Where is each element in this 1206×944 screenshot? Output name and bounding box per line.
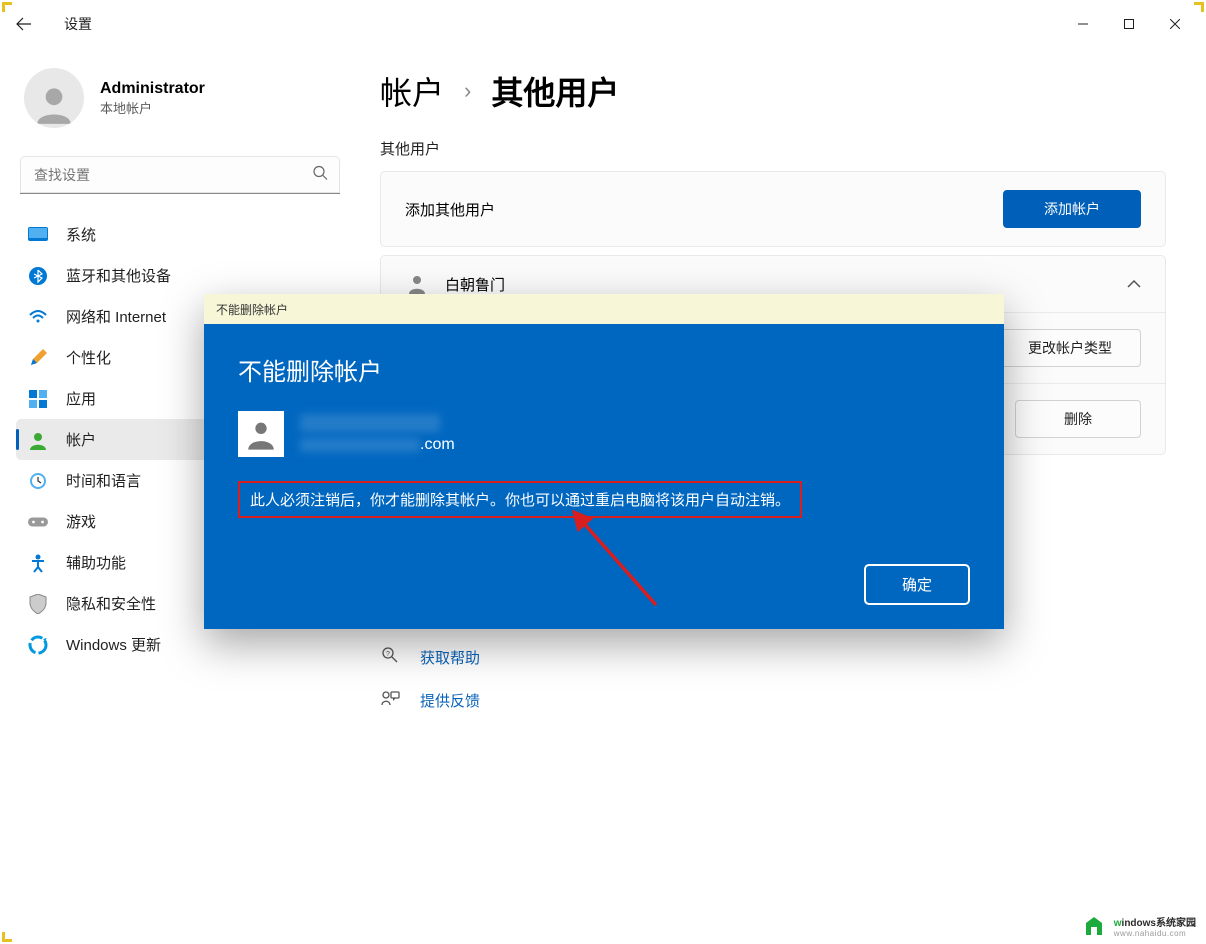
accessibility-icon [28,553,48,573]
gamepad-icon [28,512,48,532]
chevron-right-icon: › [464,78,471,104]
get-help-link[interactable]: 获取帮助 [420,647,480,668]
nav-bluetooth[interactable]: 蓝牙和其他设备 [16,255,344,296]
titlebar: 设置 [0,0,1206,48]
add-account-button[interactable]: 添加帐户 [1003,190,1141,228]
modal-user-name-blurred [300,414,440,432]
add-user-text: 添加其他用户 [405,199,495,220]
feedback-link[interactable]: 提供反馈 [420,690,480,711]
search-icon [312,165,328,186]
nav-label: 时间和语言 [66,470,141,491]
back-button[interactable] [8,8,40,40]
nav-update[interactable]: Windows 更新 [16,624,344,665]
modal-avatar [238,411,284,457]
app-title: 设置 [64,14,92,34]
chevron-up-icon [1127,275,1141,293]
nav-label: 应用 [66,388,96,409]
watermark: windows系统家园 www.nahaidu.com [1084,914,1196,938]
wifi-icon [28,307,48,327]
arrow-left-icon [16,16,32,32]
minimize-button[interactable] [1060,8,1106,40]
breadcrumb-parent[interactable]: 帐户 [380,68,444,114]
person-icon [29,78,79,128]
modal-user-email: .com [300,436,455,454]
maximize-icon [1124,19,1134,29]
bluetooth-icon [28,266,48,286]
nav-label: 游戏 [66,511,96,532]
watermark-url: www.nahaidu.com [1114,929,1196,938]
shield-icon [28,594,48,614]
svg-text:?: ? [386,651,390,658]
search-box[interactable] [20,156,340,194]
search-input[interactable] [20,156,340,194]
modal-user-block: .com [238,411,970,457]
system-icon [28,225,48,245]
accounts-icon [28,430,48,450]
brush-icon [28,348,48,368]
clock-icon [28,471,48,491]
update-icon [28,635,48,655]
delete-account-button[interactable]: 删除 [1015,400,1141,438]
breadcrumb: 帐户 › 其他用户 [380,68,1166,114]
profile-name: Administrator [100,80,205,98]
nav-label: 个性化 [66,347,111,368]
watermark-text: windows系统家园 [1114,914,1196,929]
avatar [24,68,84,128]
nav-label: Windows 更新 [66,634,161,655]
section-label: 其他用户 [380,138,1166,159]
profile-type: 本地帐户 [100,98,205,117]
apps-icon [28,389,48,409]
add-user-card: 添加其他用户 添加帐户 [380,171,1166,247]
maximize-button[interactable] [1106,8,1152,40]
nav-label: 蓝牙和其他设备 [66,265,171,286]
close-button[interactable] [1152,8,1198,40]
watermark-logo-icon [1084,915,1110,937]
change-account-type-button[interactable]: 更改帐户类型 [999,329,1141,367]
nav-system[interactable]: 系统 [16,214,344,255]
person-icon [244,417,278,451]
feedback-icon [380,689,400,711]
close-icon [1170,19,1180,29]
cannot-delete-modal: 不能删除帐户 不能删除帐户 .com 此人必须注销后，你才能删除其帐户。你也可以… [204,294,1004,629]
help-links: ? 获取帮助 提供反馈 [380,635,1166,721]
user-name: 白朝鲁门 [445,274,1111,295]
minimize-icon [1078,19,1088,29]
nav-label: 网络和 Internet [66,306,166,327]
nav-label: 辅助功能 [66,552,126,573]
person-icon [405,272,429,296]
nav-label: 系统 [66,224,96,245]
modal-ok-button[interactable]: 确定 [864,564,970,605]
profile-block[interactable]: Administrator 本地帐户 [16,60,344,136]
nav-label: 帐户 [66,429,96,450]
breadcrumb-current: 其他用户 [491,68,619,114]
modal-heading: 不能删除帐户 [238,352,970,387]
modal-titlebar: 不能删除帐户 [204,294,1004,324]
help-icon: ? [380,645,400,669]
modal-message: 此人必须注销后，你才能删除其帐户。你也可以通过重启电脑将该用户自动注销。 [238,481,802,518]
nav-label: 隐私和安全性 [66,593,156,614]
